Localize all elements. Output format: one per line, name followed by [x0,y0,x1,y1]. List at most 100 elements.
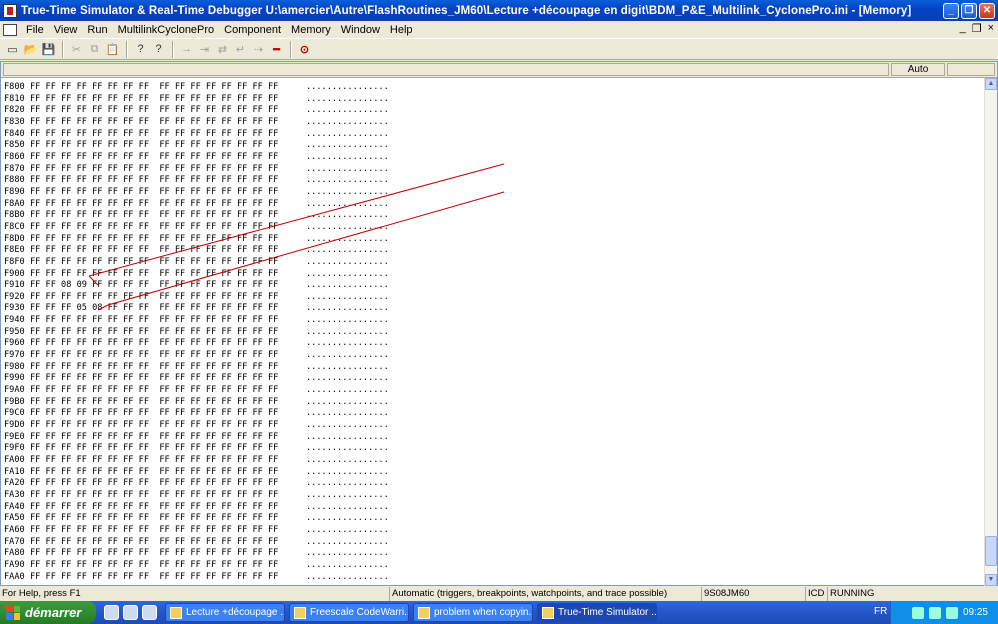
menu-memory[interactable]: Memory [286,24,336,36]
memory-row[interactable]: F9B0 FF FF FF FF FF FF FF FF FF FF FF FF … [4,397,389,409]
memory-bytes: FF FF FF FF FF FF FF FF FF FF FF FF FF F… [30,513,279,524]
memory-row[interactable]: F8F0 FF FF FF FF FF FF FF FF FF FF FF FF … [4,257,389,269]
open-icon[interactable]: 📂 [22,41,39,58]
memory-row[interactable]: FA00 FF FF FF FF FF FF FF FF FF FF FF FF … [4,455,389,467]
memory-row[interactable]: FA40 FF FF FF FF FF FF FF FF FF FF FF FF … [4,502,389,514]
memory-row[interactable]: FA80 FF FF FF FF FF FF FF FF FF FF FF FF … [4,548,389,560]
memory-row[interactable]: F950 FF FF FF FF FF FF FF FF FF FF FF FF … [4,327,389,339]
save-icon[interactable]: 💾 [40,41,57,58]
memory-row[interactable]: F860 FF FF FF FF FF FF FF FF FF FF FF FF … [4,152,389,164]
reset-icon[interactable]: ⊙ [296,41,313,58]
document-icon[interactable] [3,23,17,36]
menu-view[interactable]: View [49,24,83,36]
memory-row[interactable]: FA70 FF FF FF FF FF FF FF FF FF FF FF FF … [4,537,389,549]
memory-row[interactable]: F970 FF FF FF FF FF FF FF FF FF FF FF FF … [4,350,389,362]
memory-row[interactable]: F880 FF FF FF FF FF FF FF FF FF FF FF FF … [4,175,389,187]
title-bar[interactable]: True-Time Simulator & Real-Time Debugger… [0,0,998,21]
memory-row[interactable]: F8D0 FF FF FF FF FF FF FF FF FF FF FF FF … [4,234,389,246]
memory-ascii: ................ [306,151,389,162]
scroll-down-icon[interactable]: ▼ [985,574,997,586]
app-icon[interactable] [3,3,17,18]
vertical-scrollbar[interactable]: ▲ ▼ [984,78,997,586]
menu-help[interactable]: Help [385,24,418,36]
step-over-icon[interactable]: ⇥ [196,41,213,58]
memory-row[interactable]: F9A0 FF FF FF FF FF FF FF FF FF FF FF FF … [4,385,389,397]
memory-row[interactable]: F930 FF FF FF 05 08 FF FF FF FF FF FF FF … [4,303,389,315]
scroll-thumb[interactable] [985,536,997,566]
maximize-button[interactable]: ❐ [961,2,977,19]
memory-row[interactable]: F9E0 FF FF FF FF FF FF FF FF FF FF FF FF … [4,432,389,444]
context-help-icon[interactable]: ? [150,41,167,58]
memory-row[interactable]: F9C0 FF FF FF FF FF FF FF FF FF FF FF FF … [4,408,389,420]
cut-icon[interactable]: ✂ [68,41,85,58]
copy-icon[interactable]: ⧉ [86,41,103,58]
step-in-icon[interactable]: → [178,41,195,58]
mdi-restore-button[interactable]: ❐ [972,22,982,35]
memory-row[interactable]: F8C0 FF FF FF FF FF FF FF FF FF FF FF FF … [4,222,389,234]
taskbar-item-codewarrior[interactable]: Freescale CodeWarri... [289,603,409,622]
memory-row[interactable]: FA20 FF FF FF FF FF FF FF FF FF FF FF FF … [4,478,389,490]
memory-row[interactable]: F9D0 FF FF FF FF FF FF FF FF FF FF FF FF … [4,420,389,432]
memory-row[interactable]: F890 FF FF FF FF FF FF FF FF FF FF FF FF … [4,187,389,199]
run-icon[interactable]: ⇢ [250,41,267,58]
memory-ascii: ................ [306,559,389,570]
format-field[interactable] [947,63,995,76]
memory-row[interactable]: F850 FF FF FF FF FF FF FF FF FF FF FF FF … [4,140,389,152]
paste-icon[interactable]: 📋 [104,41,121,58]
clock[interactable]: 09:25 [963,607,988,618]
memory-row[interactable]: F800 FF FF FF FF FF FF FF FF FF FF FF FF … [4,82,389,94]
mdi-close-button[interactable]: × [988,22,994,35]
assembly-step-icon[interactable]: ↵ [232,41,249,58]
memory-row[interactable]: F940 FF FF FF FF FF FF FF FF FF FF FF FF … [4,315,389,327]
taskbar-item-simulator[interactable]: True-Time Simulator ... [537,603,657,622]
language-indicator[interactable]: FR [874,606,887,617]
display-mode[interactable]: Auto [891,63,945,76]
halt-icon[interactable]: ━ [268,41,285,58]
memory-row[interactable]: F960 FF FF FF FF FF FF FF FF FF FF FF FF … [4,338,389,350]
memory-row[interactable]: F810 FF FF FF FF FF FF FF FF FF FF FF FF … [4,94,389,106]
menu-component[interactable]: Component [219,24,286,36]
memory-row[interactable]: F990 FF FF FF FF FF FF FF FF FF FF FF FF … [4,373,389,385]
memory-row[interactable]: F980 FF FF FF FF FF FF FF FF FF FF FF FF … [4,362,389,374]
menu-window[interactable]: Window [336,24,385,36]
media-player-icon[interactable] [142,605,157,620]
memory-row[interactable]: F8A0 FF FF FF FF FF FF FF FF FF FF FF FF … [4,199,389,211]
address-field[interactable] [3,63,889,76]
scroll-up-icon[interactable]: ▲ [985,78,997,90]
memory-row[interactable]: F8B0 FF FF FF FF FF FF FF FF FF FF FF FF … [4,210,389,222]
memory-row[interactable]: FA10 FF FF FF FF FF FF FF FF FF FF FF FF … [4,467,389,479]
memory-row[interactable]: F870 FF FF FF FF FF FF FF FF FF FF FF FF … [4,164,389,176]
memory-row[interactable]: FA30 FF FF FF FF FF FF FF FF FF FF FF FF … [4,490,389,502]
memory-row[interactable]: F910 FF FF 08 09 FF FF FF FF FF FF FF FF … [4,280,389,292]
internet-explorer-icon[interactable] [123,605,138,620]
show-desktop-icon[interactable] [104,605,119,620]
new-icon[interactable]: ▭ [4,41,21,58]
step-out-icon[interactable]: ⇄ [214,41,231,58]
memory-row[interactable]: F8E0 FF FF FF FF FF FF FF FF FF FF FF FF … [4,245,389,257]
memory-row[interactable]: FA90 FF FF FF FF FF FF FF FF FF FF FF FF … [4,560,389,572]
close-button[interactable]: ✕ [979,2,995,19]
menu-run[interactable]: Run [82,24,112,36]
mdi-minimize-button[interactable]: _ [960,22,966,35]
start-button[interactable]: démarrer [0,601,96,624]
memory-dump[interactable]: F800 FF FF FF FF FF FF FF FF FF FF FF FF … [4,82,389,583]
memory-row[interactable]: FA50 FF FF FF FF FF FF FF FF FF FF FF FF … [4,513,389,525]
memory-ascii: ................ [306,268,389,279]
network-icon[interactable] [911,606,924,619]
memory-row[interactable]: F900 FF FF FF FF FF FF FF FF FF FF FF FF … [4,269,389,281]
security-icon[interactable] [928,606,941,619]
menu-multilink-cyclonepro[interactable]: MultilinkCyclonePro [113,24,220,36]
memory-row[interactable]: FAA0 FF FF FF FF FF FF FF FF FF FF FF FF … [4,572,389,584]
menu-file[interactable]: File [21,24,49,36]
minimize-button[interactable]: _ [943,2,959,19]
help-icon[interactable]: ? [132,41,149,58]
taskbar-item-explorer[interactable]: Lecture +découpage ... [165,603,285,622]
memory-row[interactable]: F920 FF FF FF FF FF FF FF FF FF FF FF FF … [4,292,389,304]
memory-row[interactable]: F830 FF FF FF FF FF FF FF FF FF FF FF FF … [4,117,389,129]
memory-row[interactable]: F820 FF FF FF FF FF FF FF FF FF FF FF FF … [4,105,389,117]
taskbar-item-browser[interactable]: problem when copyin... [413,603,533,622]
memory-row[interactable]: F9F0 FF FF FF FF FF FF FF FF FF FF FF FF … [4,443,389,455]
memory-row[interactable]: FA60 FF FF FF FF FF FF FF FF FF FF FF FF … [4,525,389,537]
volume-icon[interactable] [945,606,958,619]
memory-row[interactable]: F840 FF FF FF FF FF FF FF FF FF FF FF FF … [4,129,389,141]
